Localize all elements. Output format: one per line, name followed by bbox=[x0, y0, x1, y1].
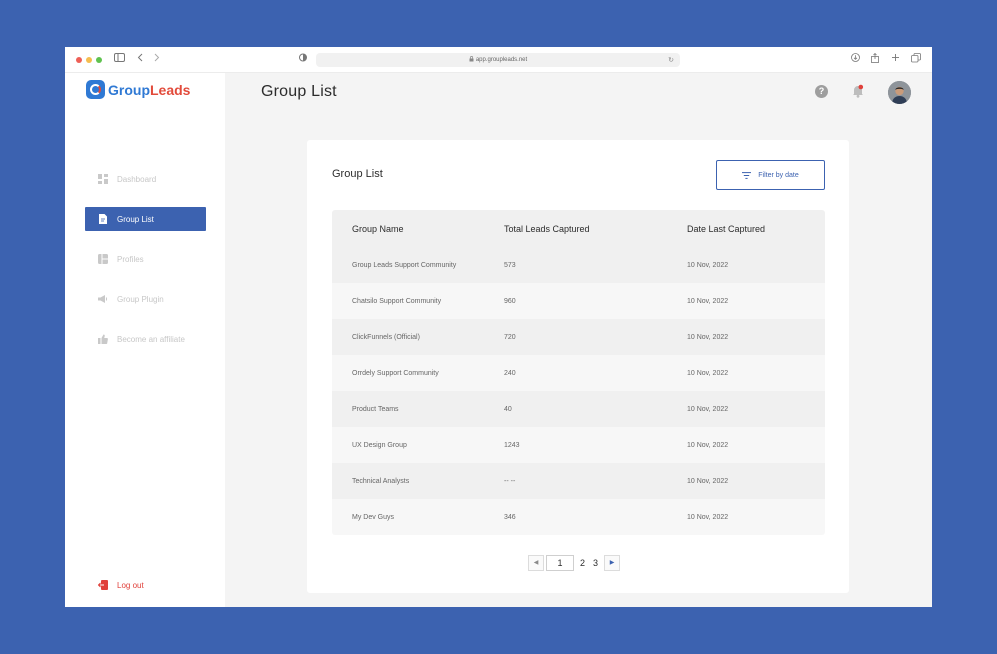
sidebar-item-label: Dashboard bbox=[117, 174, 157, 184]
column-header-total-leads[interactable]: Total Leads Captured bbox=[504, 224, 687, 234]
cell-group-name: Product Teams bbox=[352, 405, 399, 413]
cell-group-name: Technical Analysts bbox=[352, 477, 410, 485]
table-row[interactable]: ClickFunnels (Official) 720 10 Nov, 2022 bbox=[332, 319, 825, 355]
reload-icon[interactable]: ↻ bbox=[668, 53, 674, 67]
cell-date: 10 Nov, 2022 bbox=[687, 441, 729, 449]
cell-date: 10 Nov, 2022 bbox=[687, 261, 729, 269]
browser-toolbar: app.groupleads.net ↻ bbox=[65, 47, 932, 73]
help-icon[interactable]: ? bbox=[815, 85, 828, 98]
cell-group-name: Chatsilo Support Community bbox=[352, 297, 442, 305]
cell-date: 10 Nov, 2022 bbox=[687, 513, 729, 521]
pagination: ◀ 1 2 3 ▶ bbox=[528, 555, 621, 571]
filter-icon bbox=[742, 171, 752, 179]
current-page[interactable]: 1 bbox=[546, 555, 574, 571]
document-icon bbox=[98, 214, 108, 224]
column-header-group-name[interactable]: Group Name bbox=[332, 224, 504, 234]
cell-date: 10 Nov, 2022 bbox=[687, 297, 729, 305]
url-text: app.groupleads.net bbox=[475, 57, 528, 63]
page-2-link[interactable]: 2 bbox=[580, 558, 585, 568]
page-3-link[interactable]: 3 bbox=[593, 558, 598, 568]
megaphone-icon bbox=[98, 294, 108, 304]
table-row[interactable]: Chatsilo Support Community 960 10 Nov, 2… bbox=[332, 283, 825, 319]
sidebar-item-profiles[interactable]: Profiles bbox=[85, 247, 206, 271]
sidebar-item-become-an-affiliate[interactable]: Become an affiliate bbox=[85, 327, 206, 351]
back-arrow-icon[interactable] bbox=[137, 53, 144, 67]
cell-date: 10 Nov, 2022 bbox=[687, 405, 729, 413]
column-header-date-last-captured[interactable]: Date Last Captured bbox=[687, 224, 825, 234]
sidebar-item-label: Profiles bbox=[117, 254, 144, 264]
table-row[interactable]: Product Teams 40 10 Nov, 2022 bbox=[332, 391, 825, 427]
filter-by-date-button[interactable]: Filter by date bbox=[716, 160, 825, 190]
cell-total-leads: 240 bbox=[504, 369, 516, 377]
cell-total-leads: 960 bbox=[504, 297, 516, 305]
lock-icon bbox=[469, 56, 474, 62]
filter-label: Filter by date bbox=[758, 171, 799, 179]
browser-window: app.groupleads.net ↻ GroupLeads Dashboar… bbox=[65, 47, 932, 607]
sidebar-item-group-plugin[interactable]: Group Plugin bbox=[85, 287, 206, 311]
thumbs-up-icon bbox=[98, 334, 108, 344]
sidebar-item-label: Become an affiliate bbox=[117, 334, 185, 344]
sidebar-toggle-icon[interactable] bbox=[114, 53, 125, 67]
cell-group-name: My Dev Guys bbox=[352, 513, 395, 521]
user-avatar[interactable] bbox=[888, 81, 911, 104]
cell-total-leads: 346 bbox=[504, 513, 516, 521]
download-icon[interactable] bbox=[851, 53, 860, 67]
close-window-button[interactable] bbox=[76, 57, 82, 63]
address-bar[interactable]: app.groupleads.net ↻ bbox=[316, 53, 680, 67]
groupleads-logo[interactable]: GroupLeads bbox=[86, 80, 190, 99]
table-header: Group Name Total Leads Captured Date Las… bbox=[332, 210, 825, 247]
dashboard-icon bbox=[98, 174, 108, 184]
cell-total-leads: 573 bbox=[504, 261, 516, 269]
sidebar: GroupLeads Dashboard Group List Profiles bbox=[65, 73, 225, 607]
sidebar-item-label: Group List bbox=[117, 214, 154, 224]
table-row[interactable]: Group Leads Support Community 573 10 Nov… bbox=[332, 247, 825, 283]
cell-date: 10 Nov, 2022 bbox=[687, 333, 729, 341]
maximize-window-button[interactable] bbox=[96, 57, 102, 63]
sidebar-item-group-list[interactable]: Group List bbox=[85, 207, 206, 231]
notification-bell-icon[interactable] bbox=[852, 84, 864, 98]
cell-date: 10 Nov, 2022 bbox=[687, 477, 729, 485]
table-row[interactable]: Orrdely Support Community 240 10 Nov, 20… bbox=[332, 355, 825, 391]
previous-page-button[interactable]: ◀ bbox=[528, 555, 544, 571]
forward-arrow-icon[interactable] bbox=[153, 53, 160, 67]
cell-group-name: Orrdely Support Community bbox=[352, 369, 439, 377]
card-title: Group List bbox=[332, 168, 383, 180]
cell-date: 10 Nov, 2022 bbox=[687, 369, 729, 377]
cell-group-name: UX Design Group bbox=[352, 441, 407, 449]
logout-button[interactable]: Log out bbox=[97, 580, 144, 590]
group-table: Group Name Total Leads Captured Date Las… bbox=[332, 210, 825, 535]
cell-total-leads: -- -- bbox=[504, 477, 516, 485]
logo-text-leads: Leads bbox=[150, 81, 191, 98]
logo-text-group: Group bbox=[108, 81, 150, 98]
next-page-button[interactable]: ▶ bbox=[604, 555, 621, 571]
cell-total-leads: 720 bbox=[504, 333, 516, 341]
table-row[interactable]: My Dev Guys 346 10 Nov, 2022 bbox=[332, 499, 825, 535]
minimize-window-button[interactable] bbox=[86, 57, 92, 63]
cell-total-leads: 1243 bbox=[504, 441, 520, 449]
logout-icon bbox=[97, 580, 108, 590]
cell-group-name: Group Leads Support Community bbox=[352, 261, 457, 269]
page-title: Group List bbox=[261, 83, 337, 100]
tab-overview-icon[interactable] bbox=[911, 53, 921, 68]
table-row[interactable]: Technical Analysts -- -- 10 Nov, 2022 bbox=[332, 463, 825, 499]
profiles-icon bbox=[98, 254, 108, 264]
sidebar-item-label: Group Plugin bbox=[117, 294, 164, 304]
share-icon[interactable] bbox=[871, 52, 879, 68]
cell-total-leads: 40 bbox=[504, 405, 512, 413]
sidebar-item-dashboard[interactable]: Dashboard bbox=[85, 167, 206, 191]
privacy-shield-icon[interactable] bbox=[299, 53, 307, 67]
cell-group-name: ClickFunnels (Official) bbox=[352, 333, 420, 341]
new-tab-icon[interactable] bbox=[891, 53, 900, 67]
logo-icon bbox=[86, 80, 105, 99]
table-row[interactable]: UX Design Group 1243 10 Nov, 2022 bbox=[332, 427, 825, 463]
group-list-card: Group List Filter by date Group Name Tot… bbox=[307, 140, 849, 593]
logout-label: Log out bbox=[117, 580, 144, 590]
